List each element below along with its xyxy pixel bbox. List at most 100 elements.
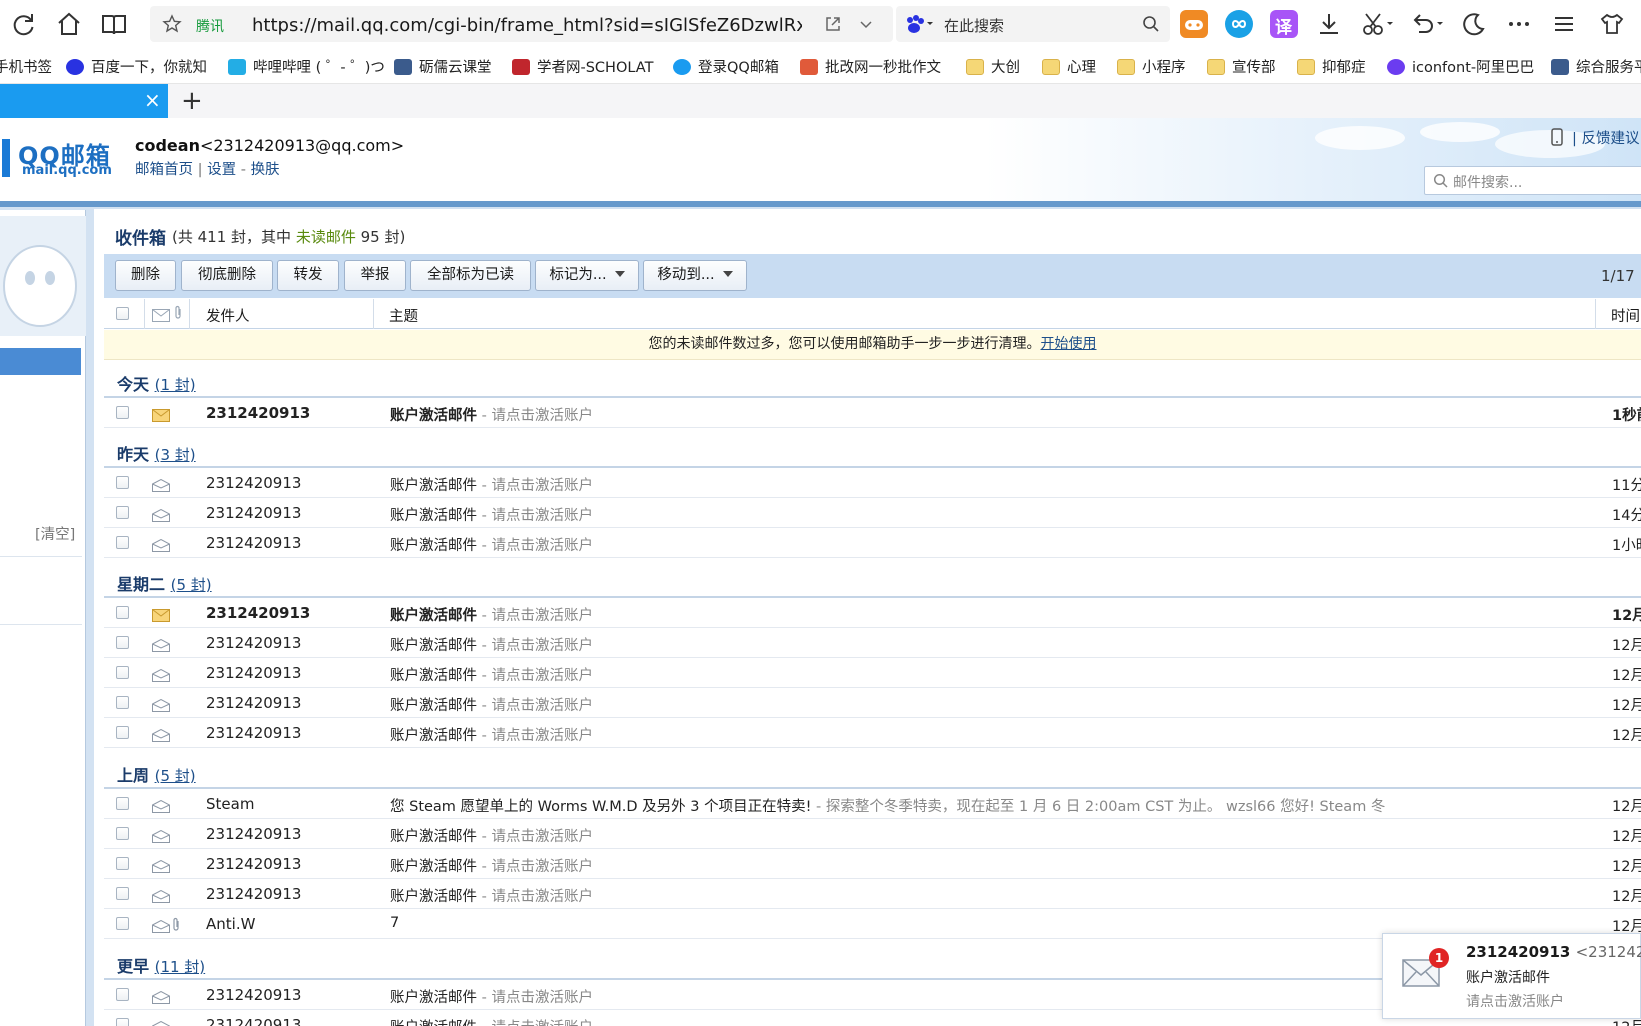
bookmark-folder[interactable]: 抑郁症 [1297,56,1366,77]
mail-subject[interactable]: 账户激活邮件 - 请点击激活账户 [390,724,593,745]
search-icon[interactable] [1142,15,1160,37]
row-checkbox[interactable] [116,406,129,419]
search-engine-icon[interactable] [904,13,936,39]
mail-row[interactable]: 2312420913 账户激活邮件 - 请点击激活账户 12月 [104,819,1641,849]
row-checkbox[interactable] [116,666,129,679]
link-home[interactable]: 邮箱首页 [135,162,193,178]
bookmark-item[interactable]: 登录QQ邮箱 [673,56,779,77]
mail-subject[interactable]: 账户激活邮件 - 请点击激活账户 [390,825,593,846]
feedback-link[interactable]: | 反馈建议 [1572,127,1640,148]
night-mode-icon[interactable] [1460,10,1488,38]
mail-subject[interactable]: 账户激活邮件 - 请点击激活账户 [390,604,593,625]
date-group-count-link[interactable]: (11 封) [155,958,206,976]
mail-subject[interactable]: 账户激活邮件 - 请点击激活账户 [390,986,593,1007]
reader-icon[interactable] [100,10,128,38]
tab-close-icon[interactable]: × [144,88,161,112]
bookmark-item[interactable]: 哔哩哔哩 ( ゜- ゜)つ [228,56,385,77]
row-checkbox[interactable] [116,536,129,549]
mail-subject[interactable]: 账户激活邮件 - 请点击激活账户 [390,1016,593,1026]
mail-subject[interactable]: 账户激活邮件 - 请点击激活账户 [390,634,593,655]
star-icon[interactable] [162,14,182,38]
phone-icon[interactable] [1550,128,1564,150]
address-bar[interactable]: 腾讯 https://mail.qq.com/cgi-bin/frame_htm… [150,6,893,42]
col-sender[interactable]: 发件人 [206,305,250,326]
row-checkbox[interactable] [116,917,129,930]
game-icon[interactable] [1180,10,1208,38]
report-button[interactable]: 举报 [344,260,406,291]
mail-row[interactable]: 2312420913 账户激活邮件 - 请点击激活账户 14分 [104,498,1641,528]
new-tab-button[interactable]: + [181,86,203,116]
mail-row[interactable]: 2312420913 账户激活邮件 - 请点击激活账户 12月 [104,688,1641,718]
translate-icon[interactable]: 译 [1270,10,1298,38]
row-checkbox[interactable] [116,506,129,519]
undo-icon[interactable] [1410,10,1443,38]
bookmark-item[interactable]: 砺儒云课堂 [394,56,492,77]
delete-button[interactable]: 删除 [115,260,176,291]
mail-subject[interactable]: 7 [390,915,399,931]
browser-search-box[interactable]: 在此搜索 [896,6,1170,42]
mail-row[interactable]: 2312420913 账户激活邮件 - 请点击激活账户 12月 [104,628,1641,658]
date-group-count-link[interactable]: (3 封) [155,446,196,464]
mail-subject[interactable]: 账户激活邮件 - 请点击激活账户 [390,504,593,525]
bookmark-folder[interactable]: 宣传部 [1207,56,1276,77]
share-icon[interactable] [824,15,842,37]
mail-row[interactable]: 2312420913 账户激活邮件 - 请点击激活账户 12月 [104,879,1641,909]
select-all-checkbox[interactable] [116,307,129,320]
unread-link[interactable]: 未读邮件 [296,228,356,246]
mail-row[interactable]: 2312420913 账户激活邮件 - 请点击激活账户 12月 [104,849,1641,879]
mail-subject[interactable]: 您 Steam 愿望单上的 Worms W.M.D 及另外 3 个项目正在特卖!… [390,795,1385,816]
date-group-count-link[interactable]: (5 封) [155,767,196,785]
bookmark-folder[interactable]: 大创 [966,56,1020,77]
menu-icon[interactable] [1550,10,1578,38]
bookmark-item[interactable]: iconfont-阿里巴巴 [1387,56,1534,77]
mail-subject[interactable]: 账户激活邮件 - 请点击激活账户 [390,404,593,425]
delete-permanent-button[interactable]: 彻底删除 [181,260,273,291]
mail-row[interactable]: 2312420913 账户激活邮件 - 请点击激活账户 12月 [104,658,1641,688]
clear-trash-link[interactable]: [清空] [35,523,75,544]
mail-subject[interactable]: 账户激活邮件 - 请点击激活账户 [390,885,593,906]
start-cleanup-link[interactable]: 开始使用 [1041,336,1097,352]
mail-subject[interactable]: 账户激活邮件 - 请点击激活账户 [390,664,593,685]
col-time[interactable]: 时间 [1611,305,1640,326]
download-icon[interactable] [1315,10,1343,38]
date-group-count-link[interactable]: (5 封) [171,576,212,594]
row-checkbox[interactable] [116,988,129,1001]
row-checkbox[interactable] [116,696,129,709]
mail-subject[interactable]: 账户激活邮件 - 请点击激活账户 [390,474,593,495]
mail-row[interactable]: 2312420913 账户激活邮件 - 请点击激活账户 1秒前 [104,398,1641,428]
row-checkbox[interactable] [116,887,129,900]
sidebar-item-inbox[interactable] [0,348,81,375]
row-checkbox[interactable] [116,606,129,619]
mail-row[interactable]: Steam 您 Steam 愿望单上的 Worms W.M.D 及另外 3 个项目… [104,789,1641,819]
row-checkbox[interactable] [116,827,129,840]
row-checkbox[interactable] [116,1018,129,1026]
bookmark-item[interactable]: 综合服务平 [1551,56,1641,77]
mail-row[interactable]: 2312420913 账户激活邮件 - 请点击激活账户 12月 [104,598,1641,628]
row-checkbox[interactable] [116,636,129,649]
reload-icon[interactable] [10,10,38,38]
url-text[interactable]: https://mail.qq.com/cgi-bin/frame_html?s… [252,15,802,36]
mail-row[interactable]: 2312420913 账户激活邮件 - 请点击激活账户 1小时 [104,528,1641,558]
link-skin[interactable]: 换肤 [251,162,280,178]
bookmark-item[interactable]: 手机书签 [0,56,52,77]
infinity-icon[interactable] [1225,10,1253,38]
row-checkbox[interactable] [116,476,129,489]
move-to-dropdown[interactable]: 移动到... [643,260,747,291]
scissors-icon[interactable] [1360,10,1393,38]
bookmark-folder[interactable]: 心理 [1042,56,1096,77]
chevron-down-icon[interactable] [858,16,874,36]
home-icon[interactable] [55,10,83,38]
more-icon[interactable] [1505,10,1533,38]
row-checkbox[interactable] [116,726,129,739]
bookmark-item[interactable]: 百度一下，你就知 [66,56,207,77]
clothes-icon[interactable] [1598,10,1626,38]
mail-subject[interactable]: 账户激活邮件 - 请点击激活账户 [390,694,593,715]
bookmark-item[interactable]: 批改网一秒批作文 [800,56,941,77]
mail-subject[interactable]: 账户激活邮件 - 请点击激活账户 [390,855,593,876]
mail-row[interactable]: 2312420913 账户激活邮件 - 请点击激活账户 11分 [104,468,1641,498]
date-group-count-link[interactable]: (1 封) [155,376,196,394]
mail-subject[interactable]: 账户激活邮件 - 请点击激活账户 [390,534,593,555]
mark-all-read-button[interactable]: 全部标为已读 [410,260,531,291]
forward-button[interactable]: 转发 [277,260,339,291]
tab-qqmail[interactable]: × [0,84,168,118]
